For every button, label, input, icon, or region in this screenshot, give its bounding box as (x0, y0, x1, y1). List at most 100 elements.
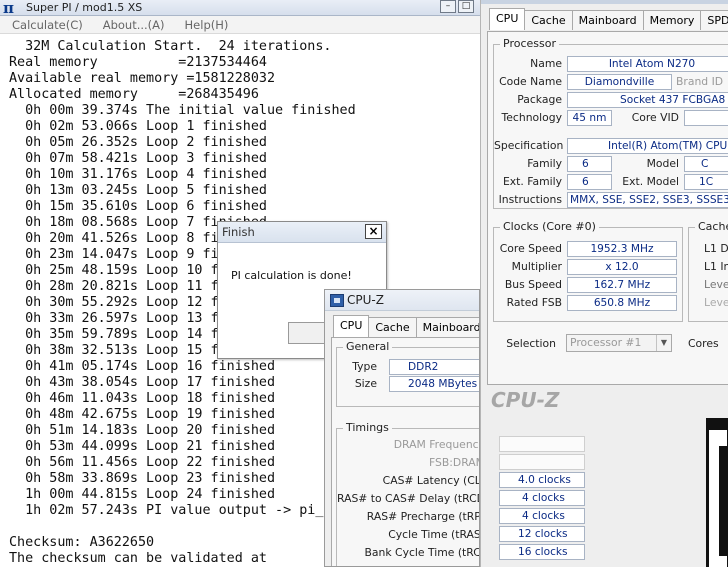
memory-type-label: Type (352, 360, 377, 373)
memory-general-group: General Type DDR2 Size 2048 MBytes (336, 340, 479, 407)
instructions-value: MMX, SSE, SSE2, SSE3, SSSE3 (567, 192, 728, 208)
finish-dialog-title: Finish (222, 225, 255, 239)
maximize-button[interactable]: □ (458, 0, 474, 13)
trcd-value: 4 clocks (499, 490, 585, 506)
name-label: Name (530, 57, 562, 70)
cores-label: Cores (688, 337, 719, 350)
processor-group: Processor Name Intel Atom N270 Code Name… (493, 37, 728, 209)
console-line: 0h 15m 35.610s Loop 6 finished (9, 199, 267, 214)
background-window-shadow (719, 446, 728, 556)
menu-help[interactable]: Help(H) (173, 16, 237, 33)
multiplier-label: Multiplier (511, 260, 562, 273)
console-line: 0h 10m 31.176s Loop 4 finished (9, 167, 267, 182)
console-line: Available real memory =1581228032 (9, 71, 276, 86)
core-speed-value: 1952.3 MHz (567, 241, 677, 257)
technology-value: 45 nm (567, 110, 612, 126)
trc-label: Bank Cycle Time (tRC) (364, 546, 480, 559)
superpi-menubar: Calculate(C) About...(A) Help(H) (0, 16, 480, 34)
bus-speed-value: 162.7 MHz (567, 277, 677, 293)
trp-label: RAS# Precharge (tRP) (366, 510, 480, 523)
minimize-button[interactable]: – (440, 0, 456, 13)
processor-select[interactable]: Processor #1 ▼ (566, 334, 672, 352)
cpu-tab-panel: Processor Name Intel Atom N270 Code Name… (487, 31, 728, 385)
fsb-dram-value (499, 454, 585, 470)
console-line: 0h 05m 26.352s Loop 2 finished (9, 135, 267, 150)
console-line: Allocated memory =268435496 (9, 87, 259, 102)
mem-tab-cpu[interactable]: CPU (333, 315, 370, 337)
clocks-group: Clocks (Core #0) Core Speed 1952.3 MHz M… (493, 220, 683, 322)
tab-mainboard[interactable]: Mainboard (571, 10, 644, 30)
ext-family-label: Ext. Family (502, 175, 562, 188)
tab-memory[interactable]: Memory (642, 10, 702, 30)
codename-label: Code Name (499, 75, 562, 88)
cpuz-memory-window: CPU-Z CPU Cache Mainboard General Type D… (324, 289, 480, 567)
memory-type-value: DDR2 (389, 359, 479, 375)
memory-general-title: General (343, 340, 393, 353)
family-label: Family (527, 157, 562, 170)
mem-tab-mainboard[interactable]: Mainboard (415, 317, 479, 337)
cpuz-main-tabs: CPU Cache Mainboard Memory SPD (489, 8, 728, 30)
memory-tab-panel: General Type DDR2 Size 2048 MBytes Timin… (331, 337, 480, 566)
cpuz-brand-logo: CPU-Z (491, 388, 560, 412)
selection-label: Selection (506, 337, 556, 350)
ext-model-label: Ext. Model (622, 175, 679, 188)
console-line: Real memory =2137534464 (9, 55, 267, 70)
ext-model-value: 1C (684, 174, 728, 190)
console-line: 0h 02m 53.066s Loop 1 finished (9, 119, 267, 134)
cpuz-main-titlebar-edge[interactable] (481, 0, 728, 4)
finish-message: PI calculation is done! (231, 269, 352, 282)
tras-value: 12 clocks (499, 526, 585, 542)
memory-timings-group: Timings DRAM Frequency FSB:DRAM CAS# Lat… (336, 421, 480, 566)
mem-tab-cache[interactable]: Cache (368, 317, 417, 337)
cache-group: Cache L1 D L1 In Level Level (688, 220, 728, 322)
brand-id-label: Brand ID (676, 75, 724, 88)
console-line: 0h 13m 03.245s Loop 5 finished (9, 183, 267, 198)
instructions-label: Instructions (498, 193, 562, 206)
bus-speed-label: Bus Speed (504, 278, 562, 291)
l1i-label: L1 In (704, 260, 728, 273)
trp-value: 4 clocks (499, 508, 585, 524)
finish-close-button[interactable]: × (365, 224, 382, 239)
menu-calculate[interactable]: Calculate(C) (0, 16, 91, 33)
console-line: 0h 00m 39.374s The initial value finishe… (9, 103, 356, 118)
tab-cache[interactable]: Cache (524, 10, 573, 30)
model-value: C (684, 156, 728, 172)
cpuz-memory-tabs: CPU Cache Mainboard (333, 315, 479, 337)
clocks-group-title: Clocks (Core #0) (500, 220, 599, 233)
core-vid-value: 1 (684, 110, 728, 126)
finish-ok-button[interactable] (288, 322, 328, 344)
core-vid-label: Core VID (631, 111, 679, 124)
core-speed-label: Core Speed (499, 242, 562, 255)
menu-about[interactable]: About...(A) (91, 16, 173, 33)
package-label: Package (517, 93, 562, 106)
rated-fsb-label: Rated FSB (506, 296, 562, 309)
pi-app-icon: π (3, 0, 14, 17)
console-line: 0h 07m 58.421s Loop 3 finished (9, 151, 267, 166)
memory-timings-title: Timings (343, 421, 392, 434)
tab-spd[interactable]: SPD (700, 10, 728, 30)
dram-frequency-value (499, 436, 585, 452)
trcd-label: RAS# to CAS# Delay (tRCD) (337, 492, 480, 505)
tab-cpu[interactable]: CPU (489, 8, 526, 30)
cpuz-chip-icon (330, 294, 344, 307)
ext-family-value: 6 (567, 174, 612, 190)
processor-select-value: Processor #1 (570, 336, 642, 349)
cpuz-memory-titlebar[interactable]: CPU-Z (325, 290, 479, 311)
level2-label: Level (704, 278, 728, 291)
cache-group-title: Cache (695, 220, 728, 233)
trc-value: 16 clocks (499, 544, 585, 560)
memory-size-value: 2048 MBytes (389, 376, 479, 392)
superpi-titlebar[interactable]: π Super PI / mod1.5 XS – □ (0, 0, 480, 16)
multiplier-value: x 12.0 (567, 259, 677, 275)
finish-dialog-titlebar[interactable]: Finish × (218, 222, 386, 243)
l1d-label: L1 D (704, 242, 728, 255)
dram-frequency-label: DRAM Frequency (393, 438, 480, 451)
level3-label: Level (704, 296, 728, 309)
specification-value: Intel(R) Atom(TM) CPU N270 (567, 138, 728, 154)
codename-value: Diamondville (567, 74, 672, 90)
background-window-edge (706, 418, 728, 567)
console-line: 32M Calculation Start. 24 iterations. (9, 39, 332, 54)
cpu-name-value: Intel Atom N270 (567, 56, 728, 72)
chevron-down-icon: ▼ (656, 335, 671, 351)
memory-size-label: Size (354, 377, 377, 390)
